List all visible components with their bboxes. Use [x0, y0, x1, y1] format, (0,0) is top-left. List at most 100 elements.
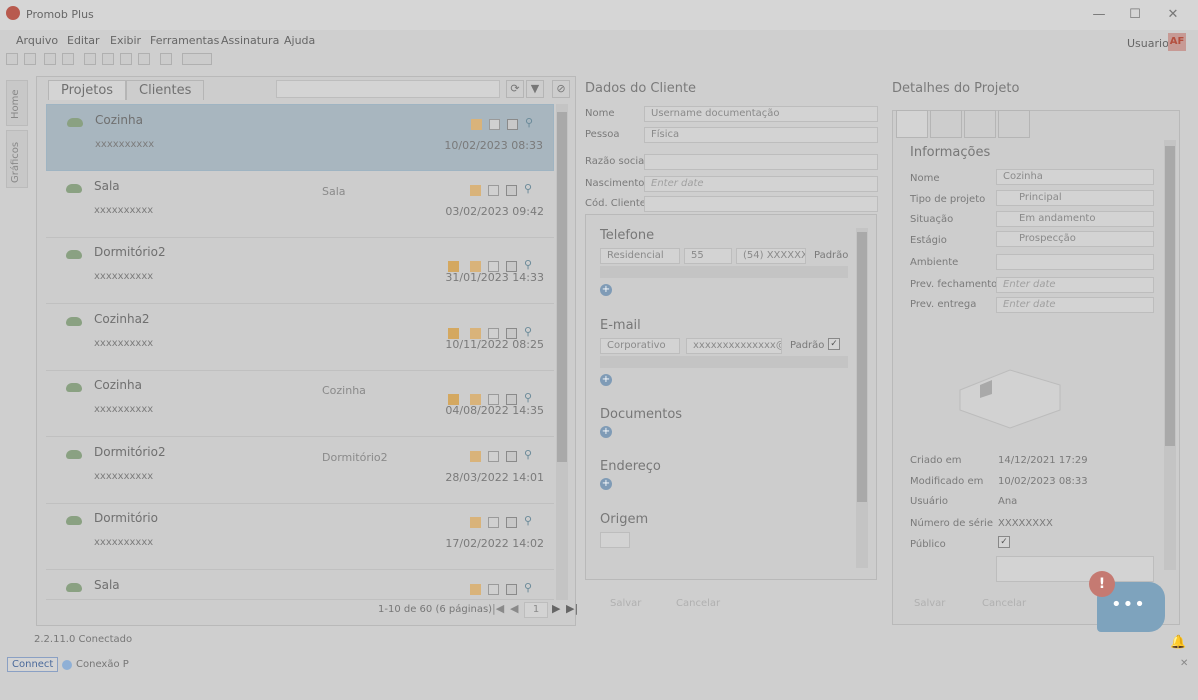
project-row[interactable]: Sala ⚲ — [46, 570, 554, 600]
duplicate-icon[interactable] — [488, 328, 499, 339]
menu-assinatura[interactable]: Assinatura — [221, 34, 279, 47]
publico-checkbox[interactable]: ✓ — [998, 536, 1010, 548]
tipo-select[interactable]: Principal — [996, 190, 1154, 206]
email-type-select[interactable]: Corporativo — [600, 338, 680, 354]
copy-icon[interactable] — [102, 53, 114, 65]
cliente-scroll-thumb[interactable] — [857, 232, 867, 502]
open-folder-icon[interactable] — [470, 328, 481, 339]
sidetab-home[interactable]: Home — [6, 80, 28, 126]
menu-ferramentas[interactable]: Ferramentas — [150, 34, 219, 47]
filter-icon[interactable]: ▼ — [526, 80, 544, 98]
next-page-icon[interactable]: ▶ — [552, 602, 560, 615]
checklist-tab-icon[interactable] — [998, 110, 1030, 138]
info-tab-icon[interactable] — [896, 110, 928, 138]
telefone-hscroll[interactable] — [600, 266, 848, 278]
project-tree-icon[interactable]: ⚲ — [524, 182, 535, 195]
duplicate-icon[interactable] — [488, 584, 499, 595]
tab-projetos[interactable]: Projetos — [48, 80, 127, 100]
open-folder-icon[interactable] — [470, 517, 481, 528]
ddi-select[interactable]: 55 — [684, 248, 732, 264]
projects-scroll-thumb[interactable] — [557, 112, 567, 462]
estagio-select[interactable]: Prospecção — [996, 231, 1154, 247]
project-row[interactable]: Dormitório2 xxxxxxxxxx 31/01/2023 14:33 ⚲ — [46, 237, 554, 304]
user-badge-icon[interactable] — [448, 328, 459, 339]
duplicate-icon[interactable] — [488, 261, 499, 272]
search-input[interactable] — [276, 80, 500, 98]
observacoes-field[interactable] — [996, 556, 1154, 582]
detalhes-cancel-button[interactable]: Cancelar — [982, 598, 1026, 609]
project-tree-icon[interactable]: ⚲ — [524, 514, 535, 527]
duplicate-icon[interactable] — [488, 185, 499, 196]
open-folder-icon[interactable] — [470, 394, 481, 405]
duplicate-icon[interactable] — [489, 119, 500, 130]
pessoa-select[interactable]: Física — [644, 127, 878, 143]
prev-entrega-field[interactable]: Enter date — [996, 297, 1154, 313]
add-telefone-icon[interactable]: + — [600, 284, 612, 296]
export-icon[interactable] — [506, 185, 517, 196]
history-tab-icon[interactable] — [964, 110, 996, 138]
cod-field[interactable] — [644, 196, 878, 212]
menu-editar[interactable]: Editar — [67, 34, 100, 47]
close-button[interactable]: ✕ — [1158, 4, 1188, 26]
duplicate-icon[interactable] — [488, 517, 499, 528]
project-tree-icon[interactable]: ⚲ — [524, 581, 535, 594]
paste-icon[interactable] — [120, 53, 132, 65]
print-icon[interactable] — [24, 53, 36, 65]
situacao-select[interactable]: Em andamento — [996, 211, 1154, 227]
nascimento-field[interactable]: Enter date — [644, 176, 878, 192]
ambiente-select[interactable] — [996, 254, 1154, 270]
export-icon[interactable] — [507, 119, 518, 130]
user-avatar[interactable]: AF — [1168, 33, 1186, 51]
minimize-button[interactable]: — — [1084, 4, 1114, 26]
export-icon[interactable] — [506, 261, 517, 272]
project-tree-icon[interactable]: ⚲ — [524, 258, 535, 271]
maximize-button[interactable]: ☐ — [1120, 4, 1150, 26]
user-label[interactable]: Usuario — [1127, 37, 1169, 50]
duplicate-icon[interactable] — [488, 394, 499, 405]
user-badge-icon[interactable] — [448, 261, 459, 272]
menu-exibir[interactable]: Exibir — [110, 34, 141, 47]
export-icon[interactable] — [506, 584, 517, 595]
add-endereco-icon[interactable]: + — [600, 478, 612, 490]
email-field[interactable]: xxxxxxxxxxxxxx@xxx.xx — [686, 338, 782, 354]
project-row[interactable]: Dormitório xxxxxxxxxx 17/02/2022 14:02 ⚲ — [46, 503, 554, 570]
undo-icon[interactable] — [44, 53, 56, 65]
detalhes-save-button[interactable]: Salvar — [914, 598, 945, 609]
nome-field[interactable]: Username documentação — [644, 106, 878, 122]
cut-icon[interactable] — [84, 53, 96, 65]
export-icon[interactable] — [506, 394, 517, 405]
project-row[interactable]: Cozinha Cozinha xxxxxxxxxx 04/08/2022 14:35… — [46, 370, 554, 437]
razao-field[interactable] — [644, 154, 878, 170]
open-folder-icon[interactable] — [470, 451, 481, 462]
duplicate-icon[interactable] — [488, 451, 499, 462]
cliente-save-button[interactable]: Salvar — [610, 598, 641, 609]
open-folder-icon[interactable] — [470, 261, 481, 272]
connect-button[interactable]: Connect — [7, 657, 59, 672]
add-documento-icon[interactable]: + — [600, 426, 612, 438]
layout-icon[interactable] — [160, 53, 172, 65]
menu-ajuda[interactable]: Ajuda — [284, 34, 315, 47]
add-email-icon[interactable]: + — [600, 374, 612, 386]
sidetab-graficos[interactable]: Gráficos — [6, 130, 28, 188]
detalhes-scroll-thumb[interactable] — [1165, 146, 1175, 446]
export-icon[interactable] — [506, 517, 517, 528]
cliente-cancel-button[interactable]: Cancelar — [676, 598, 720, 609]
bell-icon[interactable]: 🔔 — [1170, 635, 1186, 650]
project-row[interactable]: Cozinha2 xxxxxxxxxx 10/11/2022 08:25 ⚲ — [46, 304, 554, 371]
alert-icon[interactable]: ! — [1089, 571, 1115, 597]
filter-clear-icon[interactable]: ⊘ — [552, 80, 570, 98]
prev-fechamento-field[interactable]: Enter date — [996, 277, 1154, 293]
email-padrao-checkbox[interactable]: ✓ — [828, 338, 840, 350]
email-hscroll[interactable] — [600, 356, 848, 368]
refresh-icon[interactable]: ⟳ — [506, 80, 524, 98]
open-folder-icon[interactable] — [470, 584, 481, 595]
project-tree-icon[interactable]: ⚲ — [524, 391, 535, 404]
view-dropdown-icon[interactable] — [182, 53, 212, 65]
first-page-icon[interactable]: |◀ — [492, 602, 504, 615]
prev-page-icon[interactable]: ◀ — [510, 602, 518, 615]
project-tree-icon[interactable]: ⚲ — [524, 448, 535, 461]
export-icon[interactable] — [506, 451, 517, 462]
page-input[interactable]: 1 — [524, 602, 548, 618]
tree-tab-icon[interactable] — [930, 110, 962, 138]
save-icon[interactable] — [6, 53, 18, 65]
